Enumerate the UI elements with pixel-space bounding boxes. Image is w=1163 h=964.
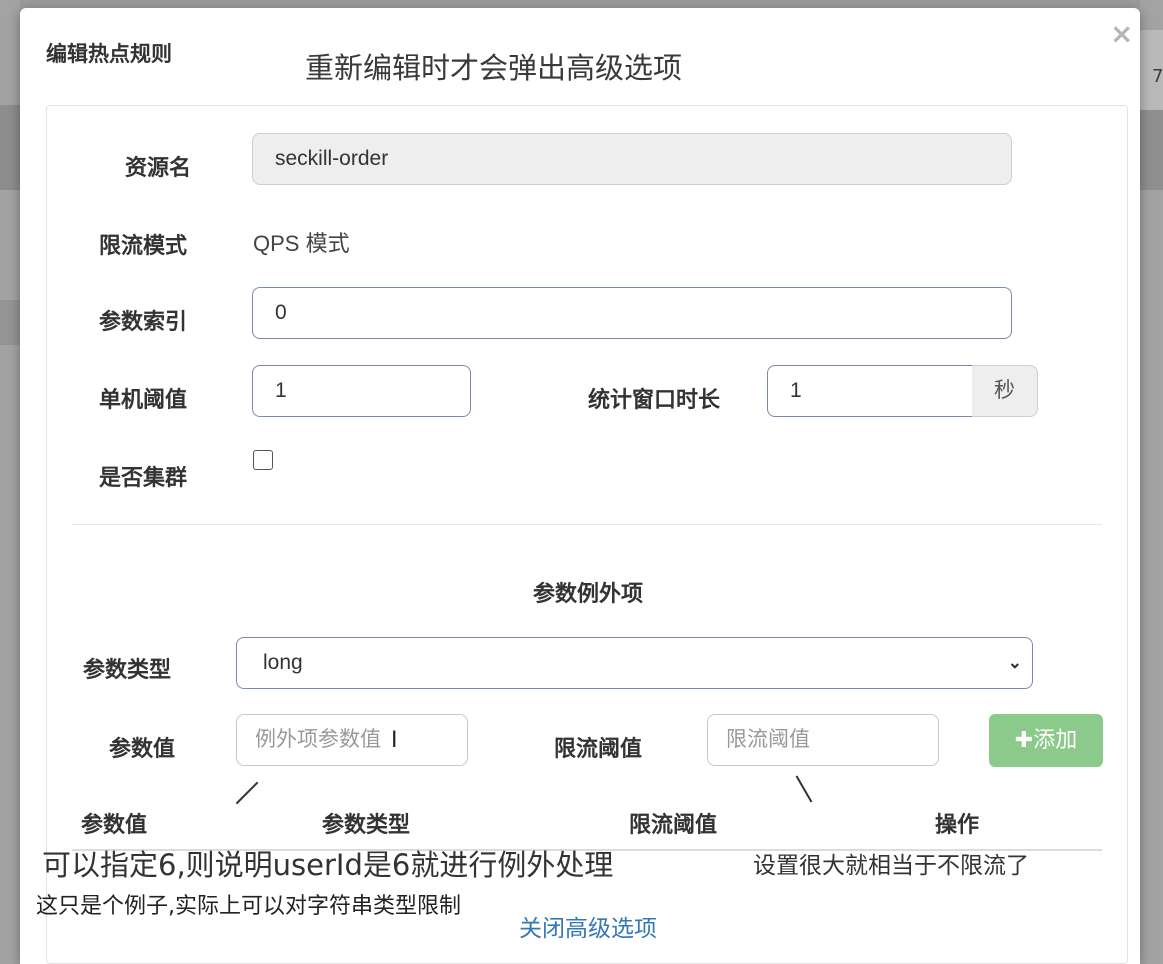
plus-icon: ✚	[1014, 728, 1034, 753]
annotation-note3: 这只是个例子,实际上可以对字符串类型限制	[36, 894, 461, 919]
param-index-input[interactable]: 0	[252, 287, 1012, 339]
mode-label: 限流模式	[99, 234, 188, 259]
chevron-down-icon: ⌄	[1007, 653, 1022, 672]
window-input[interactable]: 1	[767, 365, 973, 417]
add-exception-button[interactable]: ✚添加	[989, 714, 1103, 767]
table-header-action: 操作	[935, 813, 980, 838]
mode-value: QPS 模式	[253, 231, 350, 256]
cluster-checkbox[interactable]	[253, 450, 273, 470]
annotation-top: 重新编辑时才会弹出高级选项	[305, 51, 683, 85]
backdrop-strip	[1140, 110, 1163, 190]
text-cursor-icon: I	[391, 728, 398, 753]
annotation-note1: 可以指定6,则说明userId是6就进行例外处理	[42, 848, 614, 882]
exceptions-section-title: 参数例外项	[532, 582, 643, 607]
backdrop-text: 7	[1152, 66, 1163, 87]
limit-threshold-label: 限流阈值	[554, 737, 643, 762]
cluster-label: 是否集群	[99, 466, 188, 491]
window-unit-addon: 秒	[972, 365, 1038, 417]
backdrop-block	[0, 105, 20, 190]
table-header-param-type: 参数类型	[322, 813, 411, 838]
param-value-input[interactable]: 例外项参数值	[236, 714, 468, 766]
param-type-selected: long	[263, 651, 303, 674]
annotation-note2: 设置很大就相当于不限流了	[753, 853, 1029, 879]
backdrop-block	[0, 300, 20, 345]
param-type-label: 参数类型	[83, 658, 172, 683]
backdrop-right: 7	[1140, 0, 1163, 964]
resource-label: 资源名	[125, 156, 192, 181]
dialog-title: 编辑热点规则	[46, 42, 172, 66]
rule-form-card: 资源名 seckill-order 限流模式 QPS 模式 参数索引 0 单机阈…	[46, 105, 1128, 964]
table-header-limit: 限流阈值	[629, 813, 718, 838]
annotation-pointer	[235, 781, 259, 805]
limit-threshold-input[interactable]: 限流阈值	[707, 714, 939, 766]
param-index-label: 参数索引	[99, 310, 188, 335]
threshold-input[interactable]: 1	[252, 365, 471, 417]
edit-hotspot-rule-dialog: 编辑热点规则 × 重新编辑时才会弹出高级选项 资源名 seckill-order…	[20, 8, 1140, 964]
threshold-label: 单机阈值	[99, 388, 188, 413]
annotation-pointer	[795, 775, 813, 803]
backdrop-left	[0, 0, 20, 964]
window-label: 统计窗口时长	[588, 388, 721, 413]
add-button-label: 添加	[1033, 728, 1078, 753]
section-divider	[72, 524, 1102, 525]
close-icon[interactable]: ×	[1110, 20, 1133, 48]
param-value-label: 参数值	[109, 737, 176, 762]
param-type-select[interactable]: long ⌄	[236, 637, 1033, 689]
resource-name-input: seckill-order	[252, 133, 1012, 185]
table-header-param-value: 参数值	[81, 813, 148, 838]
